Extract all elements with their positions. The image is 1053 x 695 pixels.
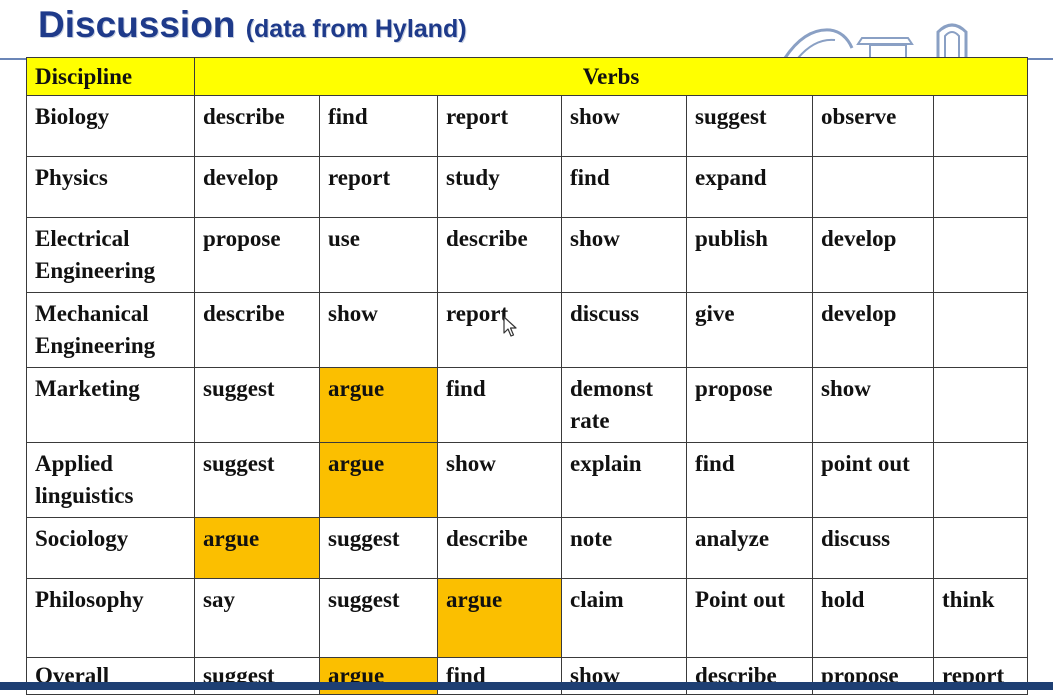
verb-cell: suggest — [319, 578, 438, 658]
mouse-cursor-icon — [503, 316, 517, 337]
verb-cell: think — [932, 578, 1029, 658]
table-row-sociology: Sociology argue suggest describe note an… — [26, 517, 1029, 579]
slide-title-main: Discussion — [38, 4, 236, 45]
verb-cell: show — [437, 442, 562, 518]
verb-cell: describe — [194, 292, 320, 368]
verb-cell-highlighted: argue — [194, 517, 320, 579]
discipline-cell: Physics — [26, 156, 195, 218]
verb-cell: show — [812, 367, 934, 443]
verb-cell — [932, 217, 1029, 293]
slide-title: Discussion (data from Hyland) — [38, 3, 467, 51]
verb-cell: discuss — [812, 517, 934, 579]
verb-cell — [932, 367, 1029, 443]
verb-cell — [932, 517, 1029, 579]
verb-cell: find — [437, 367, 562, 443]
discipline-cell: Biology — [26, 95, 195, 157]
verb-cell: develop — [194, 156, 320, 218]
verb-cell: develop — [812, 292, 934, 368]
verb-cell: report — [437, 292, 562, 368]
verb-cell: propose — [194, 217, 320, 293]
slide-bottom-bar — [0, 682, 1053, 690]
slide-subtitle: (data from Hyland) — [245, 15, 467, 43]
verb-cell: find — [319, 95, 438, 157]
discipline-cell: Sociology — [26, 517, 195, 579]
verb-cell: say — [194, 578, 320, 658]
discipline-cell: Electrical Engineering — [26, 217, 195, 293]
verb-cell: study — [437, 156, 562, 218]
verb-cell — [932, 442, 1029, 518]
verb-cell: Point out — [686, 578, 813, 658]
verb-cell: note — [561, 517, 687, 579]
verb-cell: describe — [437, 217, 562, 293]
verb-cell: show — [561, 95, 687, 157]
verb-cell: claim — [561, 578, 687, 658]
verb-cell-highlighted: argue — [319, 442, 438, 518]
verb-cell: find — [686, 442, 813, 518]
verb-cell: demonst rate — [561, 367, 687, 443]
discipline-cell: Mechanical Engineering — [26, 292, 195, 368]
table-row-physics: Physics develop report study find expand — [26, 156, 1029, 218]
verb-cell: propose — [686, 367, 813, 443]
verb-cell: suggest — [686, 95, 813, 157]
table-row-biology: Biology describe find report show sugges… — [26, 95, 1029, 157]
discipline-verbs-table: Discipline Verbs Biology describe find r… — [26, 57, 1029, 695]
verb-cell: describe — [194, 95, 320, 157]
verb-cell-highlighted: argue — [437, 578, 562, 658]
verb-cell: suggest — [319, 517, 438, 579]
verb-cell — [932, 95, 1029, 157]
verb-cell: observe — [812, 95, 934, 157]
verb-cell: suggest — [194, 442, 320, 518]
verb-cell: analyze — [686, 517, 813, 579]
verb-cell: describe — [437, 517, 562, 579]
verb-cell: point out — [812, 442, 934, 518]
verb-cell: find — [561, 156, 687, 218]
verb-cell-highlighted: argue — [319, 367, 438, 443]
discipline-cell: Applied linguistics — [26, 442, 195, 518]
verb-cell: show — [319, 292, 438, 368]
verb-cell: use — [319, 217, 438, 293]
table-row-electrical-engineering: Electrical Engineering propose use descr… — [26, 217, 1029, 293]
verb-cell: suggest — [194, 367, 320, 443]
verb-cell: discuss — [561, 292, 687, 368]
verb-cell — [932, 292, 1029, 368]
header-discipline: Discipline — [26, 57, 195, 96]
verb-cell: publish — [686, 217, 813, 293]
table-row-marketing: Marketing suggest argue find demonst rat… — [26, 367, 1029, 443]
verb-cell: report — [319, 156, 438, 218]
verb-cell: show — [561, 217, 687, 293]
discipline-cell: Marketing — [26, 367, 195, 443]
university-logo — [783, 23, 968, 60]
verb-cell: explain — [561, 442, 687, 518]
verb-cell: give — [686, 292, 813, 368]
verb-cell — [812, 156, 934, 218]
verb-cell — [932, 156, 1029, 218]
verb-cell: report — [437, 95, 562, 157]
discipline-cell: Philosophy — [26, 578, 195, 658]
verb-cell: hold — [812, 578, 934, 658]
table-header-row: Discipline Verbs — [26, 57, 1029, 96]
table-row-mechanical-engineering: Mechanical Engineering describe show rep… — [26, 292, 1029, 368]
verb-cell: develop — [812, 217, 934, 293]
verb-cell: expand — [686, 156, 813, 218]
table-row-philosophy: Philosophy say suggest argue claim Point… — [26, 578, 1029, 658]
header-verbs: Verbs — [193, 57, 1029, 96]
table-row-applied-linguistics: Applied linguistics suggest argue show e… — [26, 442, 1029, 518]
